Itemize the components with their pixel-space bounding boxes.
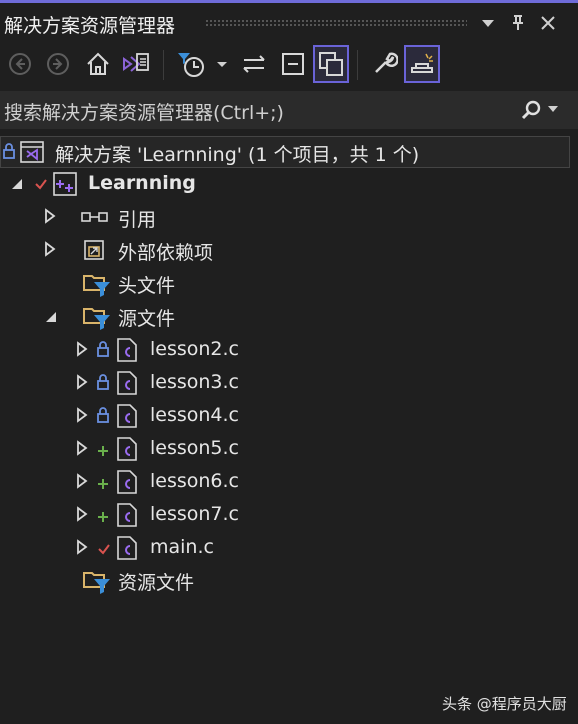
lock-icon [3,143,15,163]
switch-views-icon[interactable] [118,45,154,83]
add-plus-icon [97,475,109,494]
file-node-lesson6[interactable]: lesson6.c [0,466,578,498]
properties-wrench-icon[interactable] [366,45,402,83]
search-icon[interactable] [520,99,542,121]
collapsed-arrow-icon[interactable] [76,473,88,493]
collapsed-arrow-icon[interactable] [44,241,56,261]
search-box[interactable]: 搜索解决方案资源管理器(Ctrl+;) [0,91,578,129]
tree-node-label: 引用 [118,209,157,231]
file-node-lesson2[interactable]: lesson2.c [0,334,578,366]
cpp-project-icon [52,171,78,201]
references-icon [80,208,110,230]
c-file-icon [116,469,138,499]
file-label: lesson5.c [150,437,240,459]
filter-folder-icon [82,303,112,335]
watermark: 头条 @程序员大厨 [442,695,567,713]
show-all-files-icon[interactable] [313,45,349,83]
expanded-arrow-icon[interactable] [10,176,24,195]
solution-icon [19,140,45,168]
toolbar-separator [357,50,358,80]
lock-icon [97,407,109,427]
panel-title: 解决方案资源管理器 [4,15,176,37]
tree-node-external-dependencies[interactable]: 外部依赖项 [0,234,578,266]
tree-node-label: 头文件 [118,275,176,297]
filter-folder-icon [82,567,112,599]
search-options-dropdown-icon[interactable] [548,106,558,112]
expanded-arrow-icon[interactable] [44,309,58,328]
file-node-lesson5[interactable]: lesson5.c [0,433,578,465]
collapsed-arrow-icon[interactable] [76,407,88,427]
external-dependencies-icon [82,238,108,266]
dropdown-icon[interactable] [478,13,498,33]
tree-node-label: 资源文件 [118,572,195,594]
title-bar: 解决方案资源管理器 [0,3,578,40]
collapsed-arrow-icon[interactable] [76,539,88,559]
collapsed-arrow-icon[interactable] [44,208,56,228]
lock-icon [97,341,109,361]
preview-selected-items-icon[interactable] [404,45,440,83]
close-icon[interactable] [538,13,558,33]
toolbar [0,40,578,91]
project-label: Learnning [88,172,196,194]
tree-node-references[interactable]: 引用 [0,201,578,233]
file-label: lesson3.c [150,371,240,393]
c-file-icon [116,535,138,565]
c-file-icon [116,337,138,367]
tree-node-resource-files[interactable]: 资源文件 [0,564,578,596]
solution-node[interactable]: 解决方案 'Learnning' (1 个项目，共 1 个) [0,136,570,168]
c-file-icon [116,403,138,433]
collapsed-arrow-icon[interactable] [76,440,88,460]
tree-node-label: 外部依赖项 [118,242,214,264]
checkin-check-icon [97,541,111,560]
collapsed-arrow-icon[interactable] [76,341,88,361]
sync-with-active-document-icon[interactable] [236,45,272,83]
pin-icon[interactable] [508,13,528,33]
pending-filter-dropdown-icon[interactable] [212,45,232,83]
collapsed-arrow-icon[interactable] [76,374,88,394]
tree-node-source-files[interactable]: 源文件 [0,300,578,332]
file-node-lesson3[interactable]: lesson3.c [0,367,578,399]
add-plus-icon [97,442,109,461]
file-label: main.c [150,536,214,558]
checkin-check-icon [34,176,48,195]
search-input[interactable]: 搜索解决方案资源管理器(Ctrl+;) [4,98,284,125]
file-node-main[interactable]: main.c [0,532,578,564]
back-icon[interactable] [2,45,38,83]
collapsed-arrow-icon[interactable] [76,506,88,526]
toolbar-separator [163,50,164,80]
filter-folder-icon [82,270,112,302]
project-node[interactable]: Learnning [0,168,578,200]
c-file-icon [116,502,138,532]
lock-icon [97,374,109,394]
file-label: lesson7.c [150,503,240,525]
file-label: lesson4.c [150,404,240,426]
c-file-icon [116,370,138,400]
tree-node-label: 源文件 [118,308,176,330]
c-file-icon [116,436,138,466]
solution-label: 解决方案 'Learnning' (1 个项目，共 1 个) [55,144,420,166]
file-node-lesson7[interactable]: lesson7.c [0,499,578,531]
file-label: lesson6.c [150,470,240,492]
add-plus-icon [97,508,109,527]
file-label: lesson2.c [150,338,240,360]
tree-node-header-files[interactable]: 头文件 [0,267,578,299]
forward-icon[interactable] [40,45,76,83]
file-node-lesson4[interactable]: lesson4.c [0,400,578,432]
home-icon[interactable] [80,45,116,83]
pending-changes-filter-icon[interactable] [172,45,212,83]
drag-grip[interactable] [205,19,467,27]
collapse-all-icon[interactable] [275,45,311,83]
